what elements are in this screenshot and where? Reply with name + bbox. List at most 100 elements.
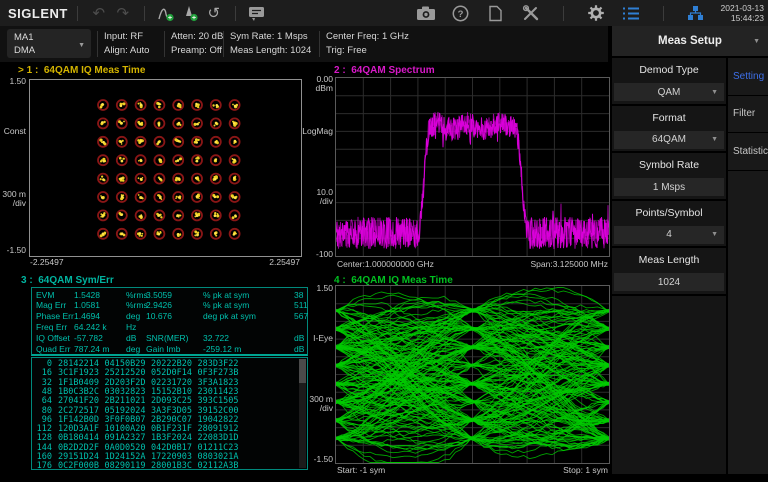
p1-y-top: 1.50 bbox=[0, 76, 26, 86]
symerr-cell: -259.12 m bbox=[203, 344, 241, 354]
divider bbox=[223, 31, 224, 57]
chevron-down-icon: ▼ bbox=[753, 38, 760, 45]
demod-type-value[interactable]: QAM▼ bbox=[614, 83, 724, 101]
chevron-down-icon: ▼ bbox=[711, 231, 718, 238]
status-bar: MA1 DMA ▼ Input: RFAlign: Auto Atten: 20… bbox=[0, 26, 608, 62]
spectrum-plot[interactable] bbox=[335, 77, 610, 257]
recall-history-icon[interactable]: ↺ bbox=[202, 2, 226, 24]
p2-x-right: Span:3.125000 MHz bbox=[488, 259, 608, 269]
symerr-cell: 567 bbox=[294, 311, 308, 321]
menu-item-symbol-rate[interactable]: Symbol Rate 1 Msps bbox=[612, 153, 726, 201]
meas-setup-tabs: Setting Filter Statistic bbox=[726, 58, 768, 474]
symerr-cell: 64.242 k bbox=[74, 322, 107, 332]
symerr-cell: 3.5059 bbox=[146, 290, 172, 300]
datetime: 2021-03-13 15:44:23 bbox=[721, 3, 764, 23]
symerr-cell: SNR(MER) bbox=[146, 333, 189, 343]
symerr-cell: deg pk at sym bbox=[203, 311, 256, 321]
p1-y-bottom: -1.50 bbox=[0, 245, 26, 255]
meas-setup-panel: Meas Setup ▼ Demod Type QAM▼ Format 64QA… bbox=[612, 26, 768, 474]
symerr-cell: Hz bbox=[126, 322, 136, 332]
settings-gear-icon[interactable] bbox=[584, 2, 608, 24]
tab-filter[interactable]: Filter bbox=[728, 96, 768, 134]
eye-diagram-plot[interactable] bbox=[335, 285, 610, 464]
points-per-symbol-value[interactable]: 4▼ bbox=[614, 226, 724, 244]
symbol-rate-value[interactable]: 1 Msps bbox=[614, 178, 724, 196]
vsa-screen: { "titlebar": { "logo": "SIGLENT", "date… bbox=[0, 0, 768, 482]
network-lan-icon[interactable] bbox=[684, 2, 708, 24]
tab-setting[interactable]: Setting bbox=[728, 58, 768, 96]
constellation-plot[interactable] bbox=[29, 79, 302, 257]
p1-y-div2: /div bbox=[0, 198, 26, 208]
redo-icon[interactable]: ↷ bbox=[111, 2, 135, 24]
symerr-cell: %rms bbox=[126, 300, 148, 310]
meas-setup-header[interactable]: Meas Setup ▼ bbox=[612, 26, 768, 58]
status-centerfreq-group: Center Freq: 1 GHzTrig: Free bbox=[326, 30, 409, 57]
p1-x-right: 2.25497 bbox=[230, 257, 300, 267]
menu-item-meas-length[interactable]: Meas Length 1024 bbox=[612, 248, 726, 296]
chevron-down-icon: ▼ bbox=[711, 89, 718, 96]
menu-item-format[interactable]: Format 64QAM▼ bbox=[612, 106, 726, 154]
p1-y-label: Const bbox=[0, 126, 26, 136]
symerr-cell: -57.782 bbox=[74, 333, 103, 343]
meas-length-value[interactable]: 1024 bbox=[614, 273, 724, 291]
symerr-cell: deg bbox=[126, 344, 140, 354]
symerr-cell: IQ Offset bbox=[36, 333, 70, 343]
p2-y-div2: /div bbox=[293, 196, 333, 206]
toolbar-right: ? 2021-03-13 15:44:23 bbox=[414, 2, 764, 24]
divider bbox=[144, 6, 145, 21]
symerr-cell: 2.9426 bbox=[146, 300, 172, 310]
svg-text:?: ? bbox=[458, 9, 464, 20]
symerr-cell: 32.722 bbox=[203, 333, 229, 343]
panel2-title: 2 : 64QAM Spectrum bbox=[334, 65, 435, 76]
menu-item-points-per-symbol[interactable]: Points/Symbol 4▼ bbox=[612, 201, 726, 249]
symerr-cell: 1.0581 bbox=[74, 300, 100, 310]
undo-icon[interactable]: ↶ bbox=[87, 2, 111, 24]
scrollbar-track[interactable] bbox=[299, 359, 306, 468]
p2-y-bottom: -100 bbox=[293, 249, 333, 259]
symbol-hex-dump[interactable]: 02814221404150B2920222B20283D3F22163C1F1… bbox=[31, 357, 308, 470]
divider bbox=[235, 6, 236, 21]
divider bbox=[663, 6, 664, 21]
symerr-cell: EVM bbox=[36, 290, 54, 300]
divider bbox=[77, 6, 78, 21]
panel3-title: 3 : 64QAM Sym/Err bbox=[21, 275, 114, 286]
screenshot-camera-icon[interactable] bbox=[414, 2, 438, 24]
active-window-marker: > bbox=[18, 65, 24, 76]
tab-statistic[interactable]: Statistic bbox=[728, 133, 768, 171]
symerr-cell: Phase Err bbox=[36, 311, 74, 321]
chevron-down-icon: ▼ bbox=[78, 39, 85, 52]
symerr-cell: Mag Err bbox=[36, 300, 66, 310]
trace-selector-dropdown[interactable]: MA1 DMA ▼ bbox=[7, 29, 91, 58]
divider bbox=[563, 6, 564, 21]
symerr-cell: Freq Err bbox=[36, 322, 67, 332]
format-value[interactable]: 64QAM▼ bbox=[614, 131, 724, 149]
status-symrate-group: Sym Rate: 1 MspsMeas Length: 1024 bbox=[230, 30, 311, 57]
panel1-title: > 1 : 64QAM IQ Meas Time bbox=[18, 65, 145, 76]
divider bbox=[97, 31, 98, 57]
symerr-cell: %rms bbox=[126, 290, 148, 300]
marker-icon[interactable] bbox=[178, 2, 202, 24]
symerr-table: EVM1.5428%rms3.5059% pk at sym38Mag Err1… bbox=[31, 287, 308, 356]
siglent-logo: SIGLENT bbox=[8, 6, 68, 21]
annotation-icon[interactable] bbox=[245, 2, 269, 24]
symerr-cell: % pk at sym bbox=[203, 300, 249, 310]
tools-icon[interactable] bbox=[519, 2, 543, 24]
p2-x-left: Center:1.000000000 GHz bbox=[337, 259, 434, 269]
scrollbar-thumb[interactable] bbox=[299, 359, 306, 383]
symerr-cell: Gain Imb bbox=[146, 344, 181, 354]
divider bbox=[164, 31, 165, 57]
result-list-icon[interactable] bbox=[619, 2, 643, 24]
hex-row: 1760C2F000B0829011928001B3C02112A3B bbox=[32, 461, 244, 470]
file-icon[interactable] bbox=[484, 2, 508, 24]
limit-line-icon[interactable] bbox=[154, 2, 178, 24]
p4-x-right: Stop: 1 sym bbox=[508, 465, 608, 475]
symerr-cell: dB bbox=[294, 344, 304, 354]
title-bar: SIGLENT ↶ ↷ ↺ ? bbox=[0, 0, 768, 26]
p1-x-left: -2.25497 bbox=[30, 257, 64, 267]
p4-y-bottom: -1.50 bbox=[293, 454, 333, 464]
help-icon[interactable]: ? bbox=[449, 2, 473, 24]
p2-y-label: LogMag bbox=[293, 126, 333, 136]
p2-y-top2: dBm bbox=[293, 83, 333, 93]
menu-item-demod-type[interactable]: Demod Type QAM▼ bbox=[612, 58, 726, 106]
p4-x-left: Start: -1 sym bbox=[337, 465, 385, 475]
